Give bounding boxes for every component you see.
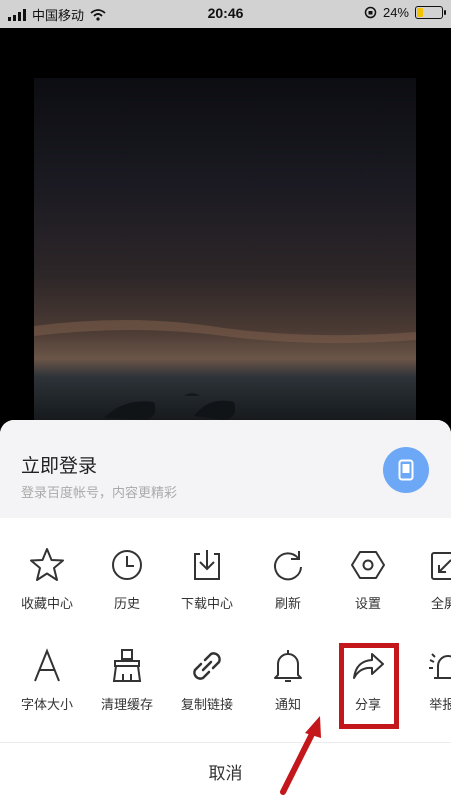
menu-fullscreen[interactable]: 全屏 [404, 545, 451, 612]
moon-icon [334, 144, 367, 194]
settings-hexagon-icon [351, 551, 385, 579]
menu-settings-label: 设置 [354, 596, 381, 611]
menu-settings[interactable]: 设置 [328, 545, 408, 612]
cancel-button[interactable]: 取消 [0, 742, 451, 808]
brush-icon [112, 649, 142, 682]
menu-font-size-label: 字体大小 [20, 697, 73, 712]
menu-report-label: 举报/ [429, 697, 451, 712]
login-card[interactable]: 立即登录 登录百度帐号，内容更精彩 [0, 420, 451, 518]
font-size-icon [34, 648, 60, 682]
menu-fullscreen-label: 全屏 [430, 596, 451, 611]
menu-clear-cache-label: 清理缓存 [100, 697, 153, 712]
menu-favorites[interactable]: 收藏中心 [7, 545, 87, 612]
refresh-icon [274, 551, 302, 581]
menu-history[interactable]: 历史 [87, 545, 167, 612]
battery-fill [417, 8, 423, 17]
menu-favorites-label: 收藏中心 [20, 596, 73, 611]
clock-icon [112, 550, 142, 580]
download-icon [194, 550, 220, 580]
login-subtitle: 登录百度帐号，内容更精彩 [21, 485, 178, 500]
orientation-lock-icon [364, 6, 377, 19]
battery-icon [415, 6, 446, 19]
fullscreen-icon [431, 552, 451, 580]
status-bar: 中国移动 20:46 24% [0, 0, 451, 28]
menu-notifications-label: 通知 [274, 697, 301, 712]
share-highlight-box [339, 643, 399, 729]
phone-icon [398, 459, 414, 481]
link-icon [193, 652, 221, 680]
menu-report[interactable]: 举报/ [404, 646, 451, 713]
menu-sheet: 立即登录 登录百度帐号，内容更精彩 收藏中心 历史 下载中心 刷新 设置 全屏 … [0, 420, 451, 808]
menu-clear-cache[interactable]: 清理缓存 [87, 646, 167, 713]
report-icon [429, 653, 451, 679]
background-photo [34, 78, 416, 438]
battery-percent: 24% [382, 5, 409, 20]
menu-refresh-label: 刷新 [274, 596, 301, 611]
menu-copy-link-label: 复制链接 [180, 697, 233, 712]
menu-downloads[interactable]: 下载中心 [167, 545, 247, 612]
login-title: 立即登录 [21, 456, 98, 477]
bell-icon [274, 650, 302, 682]
menu-copy-link[interactable]: 复制链接 [167, 646, 247, 713]
star-icon [30, 548, 64, 581]
menu-notifications[interactable]: 通知 [248, 646, 328, 713]
menu-downloads-label: 下载中心 [180, 596, 233, 611]
login-avatar[interactable] [383, 447, 429, 493]
menu-font-size[interactable]: 字体大小 [7, 646, 87, 713]
menu-refresh[interactable]: 刷新 [248, 545, 328, 612]
menu-history-label: 历史 [113, 596, 140, 611]
